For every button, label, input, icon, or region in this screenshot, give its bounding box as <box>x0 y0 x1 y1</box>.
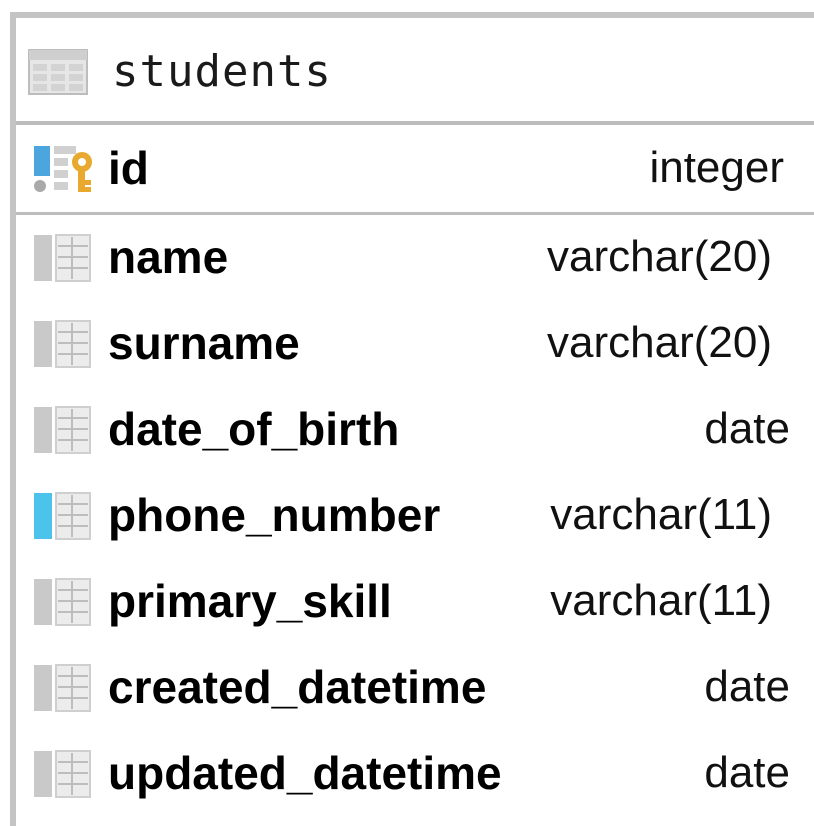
column-type: varchar(20) <box>547 232 772 281</box>
column-row-phone-number[interactable]: phone_number varchar(11) <box>16 473 814 559</box>
column-row-name[interactable]: name varchar(20) <box>16 215 814 301</box>
column-icon <box>34 578 91 626</box>
column-type: date <box>704 404 790 453</box>
column-name: created_datetime <box>108 660 487 713</box>
column-name: updated_datetime <box>108 746 502 799</box>
column-row-primary-skill[interactable]: primary_skill varchar(11) <box>16 559 814 645</box>
column-icon <box>34 234 91 282</box>
table-card[interactable]: students id integer name varchar(20) surna… <box>10 12 814 826</box>
column-name-id: id <box>108 141 149 194</box>
column-type: varchar(11) <box>550 490 772 539</box>
column-icon <box>34 750 91 798</box>
column-name: date_of_birth <box>108 402 400 455</box>
column-row-created-datetime[interactable]: created_datetime date <box>16 645 814 731</box>
table-name: students <box>112 46 332 97</box>
column-name: name <box>108 230 229 283</box>
column-type: varchar(11) <box>550 576 772 625</box>
column-icon <box>34 492 91 540</box>
column-name: surname <box>108 316 300 369</box>
column-row-primary-key[interactable]: id integer <box>16 125 814 215</box>
primary-key-column-icon <box>34 145 92 192</box>
column-type-id: integer <box>649 142 784 192</box>
column-name: primary_skill <box>108 574 392 627</box>
column-icon <box>34 406 91 454</box>
column-row-updated-datetime[interactable]: updated_datetime date <box>16 731 814 817</box>
column-icon <box>34 320 91 368</box>
column-row-date-of-birth[interactable]: date_of_birth date <box>16 387 814 473</box>
column-type: date <box>704 748 790 797</box>
table-icon <box>28 48 88 95</box>
column-row-surname[interactable]: surname varchar(20) <box>16 301 814 387</box>
column-name: phone_number <box>108 488 441 541</box>
table-header[interactable]: students <box>16 18 814 125</box>
column-type: date <box>704 662 790 711</box>
column-type: varchar(20) <box>547 318 772 367</box>
column-list: name varchar(20) surname varchar(20) date_of… <box>16 215 814 817</box>
column-icon <box>34 664 91 712</box>
